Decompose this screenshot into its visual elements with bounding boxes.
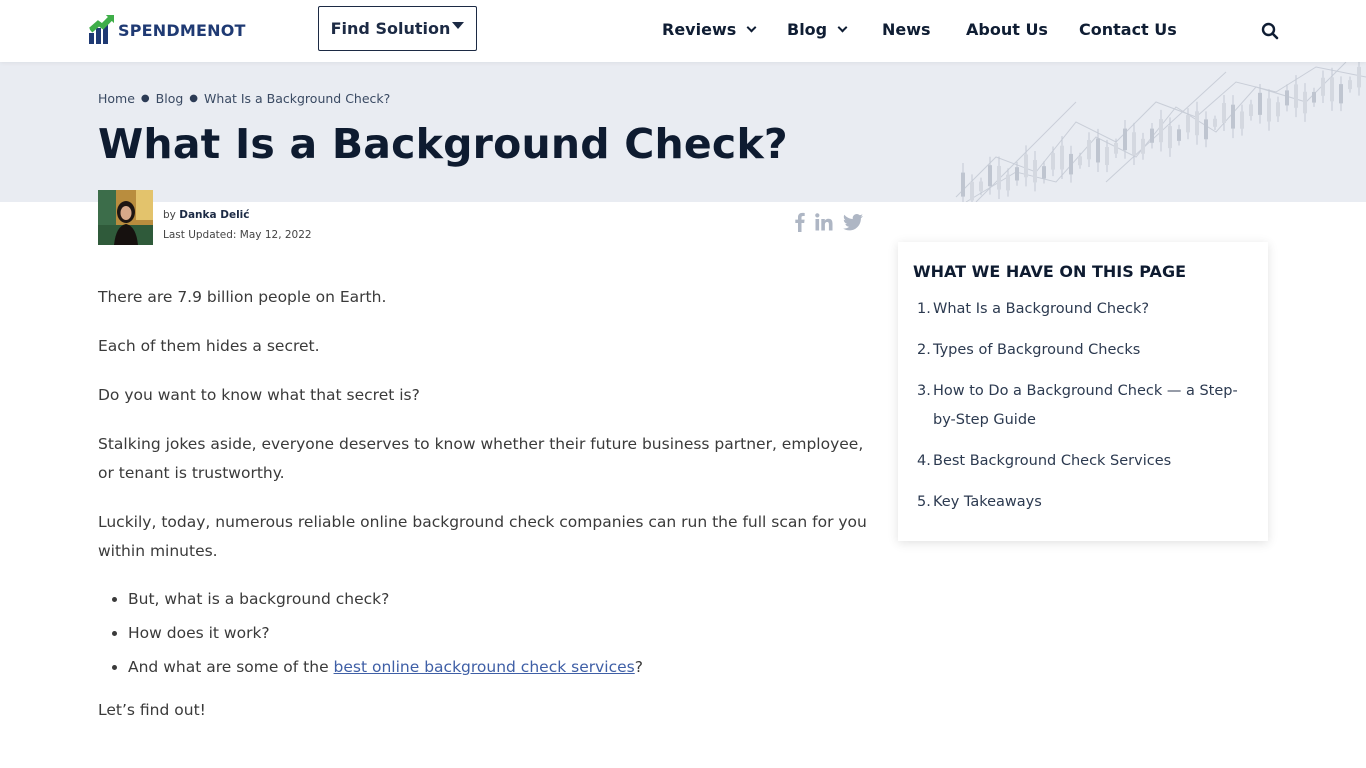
toc-item-label[interactable]: Key Takeaways: [933, 488, 1042, 517]
toc-item-label[interactable]: How to Do a Background Check — a Step-by…: [933, 377, 1253, 435]
toc-item[interactable]: 4. Best Background Check Services: [913, 447, 1253, 476]
article-bullet-list: But, what is a background check? How doe…: [128, 582, 870, 684]
author-avatar[interactable]: [98, 190, 153, 245]
chevron-down-icon: [746, 22, 757, 33]
article-paragraph: Do you want to know what that secret is?: [98, 386, 420, 404]
table-of-contents: WHAT WE HAVE ON THIS PAGE 1. What Is a Ba…: [898, 242, 1268, 541]
list-item: But, what is a background check?: [128, 582, 870, 616]
toc-item-label[interactable]: Best Background Check Services: [933, 447, 1171, 476]
facebook-icon[interactable]: [795, 212, 805, 232]
author-name[interactable]: Danka Delić: [179, 209, 249, 221]
toc-item-number: 3.: [917, 383, 931, 399]
nav-blog[interactable]: Blog: [787, 20, 848, 39]
toc-item-label[interactable]: What Is a Background Check?: [933, 295, 1149, 324]
find-solution-button[interactable]: Find Solution: [318, 6, 477, 51]
updated-label: Last Updated:: [163, 229, 237, 241]
site-logo[interactable]: SPENDMENOT: [88, 13, 246, 45]
nav-blog-label: Blog: [787, 20, 828, 39]
toc-item[interactable]: 1. What Is a Background Check?: [913, 295, 1253, 324]
nav-contact-label: Contact Us: [1079, 20, 1177, 39]
nav-reviews-label: Reviews: [662, 20, 737, 39]
nav-contact[interactable]: Contact Us: [1079, 20, 1177, 39]
nav-reviews[interactable]: Reviews: [662, 20, 757, 39]
twitter-icon[interactable]: [843, 213, 863, 231]
toc-list: 1. What Is a Background Check? 2. Types of…: [913, 295, 1253, 517]
decorative-candlestick-chart: [955, 62, 1366, 202]
breadcrumb-current: What Is a Background Check?: [204, 91, 391, 106]
article-paragraph: Let’s find out!: [98, 701, 206, 719]
author-byline: by Danka Delić: [163, 209, 250, 221]
list-item: How does it work?: [128, 616, 870, 650]
toc-item-label[interactable]: Types of Background Checks: [933, 336, 1140, 365]
search-icon[interactable]: [1261, 22, 1279, 40]
linkedin-icon[interactable]: [815, 213, 833, 231]
chevron-down-icon: [837, 22, 848, 33]
author-by-prefix: by: [163, 209, 176, 221]
breadcrumb-separator: ●: [189, 93, 199, 104]
logo-icon: [88, 13, 115, 45]
toc-item[interactable]: 5. Key Takeaways: [913, 488, 1253, 517]
list-item-suffix: ?: [634, 658, 643, 676]
toc-item[interactable]: 3. How to Do a Background Check — a Step-…: [913, 377, 1253, 435]
best-background-check-services-link[interactable]: best online background check services: [334, 658, 635, 676]
article-paragraph: Luckily, today, numerous reliable online…: [98, 513, 867, 560]
site-header: SPENDMENOT Find Solution Reviews Blog Ne…: [0, 0, 1366, 62]
toc-item-number: 5.: [917, 494, 931, 510]
breadcrumb: Home ● Blog ● What Is a Background Check…: [98, 91, 390, 106]
find-solution-label: Find Solution: [330, 19, 451, 38]
share-icons: [795, 212, 863, 232]
caret-down-icon: [452, 22, 465, 29]
nav-news[interactable]: News: [882, 20, 931, 39]
toc-item[interactable]: 2. Types of Background Checks: [913, 336, 1253, 365]
nav-about[interactable]: About Us: [966, 20, 1048, 39]
article-paragraph: Stalking jokes aside, everyone deserves …: [98, 435, 864, 482]
nav-news-label: News: [882, 20, 931, 39]
breadcrumb-blog[interactable]: Blog: [156, 91, 184, 106]
last-updated: Last Updated: May 12, 2022: [163, 229, 312, 241]
toc-title: WHAT WE HAVE ON THIS PAGE: [913, 262, 1186, 281]
list-item-prefix: And what are some of the: [128, 658, 334, 676]
article-paragraph: There are 7.9 billion people on Earth.: [98, 288, 387, 306]
nav-about-label: About Us: [966, 20, 1048, 39]
page-title: What Is a Background Check?: [98, 120, 788, 168]
updated-date: May 12, 2022: [239, 229, 312, 241]
list-item: And what are some of the best online bac…: [128, 650, 870, 684]
article-body: There are 7.9 billion people on Earth. E…: [98, 283, 870, 745]
toc-item-number: 2.: [917, 342, 931, 358]
logo-text: SPENDMENOT: [118, 20, 246, 40]
article-paragraph: Each of them hides a secret.: [98, 337, 320, 355]
breadcrumb-separator: ●: [140, 93, 150, 104]
breadcrumb-home[interactable]: Home: [98, 91, 135, 106]
toc-item-number: 4.: [917, 453, 931, 469]
toc-item-number: 1.: [917, 301, 931, 317]
